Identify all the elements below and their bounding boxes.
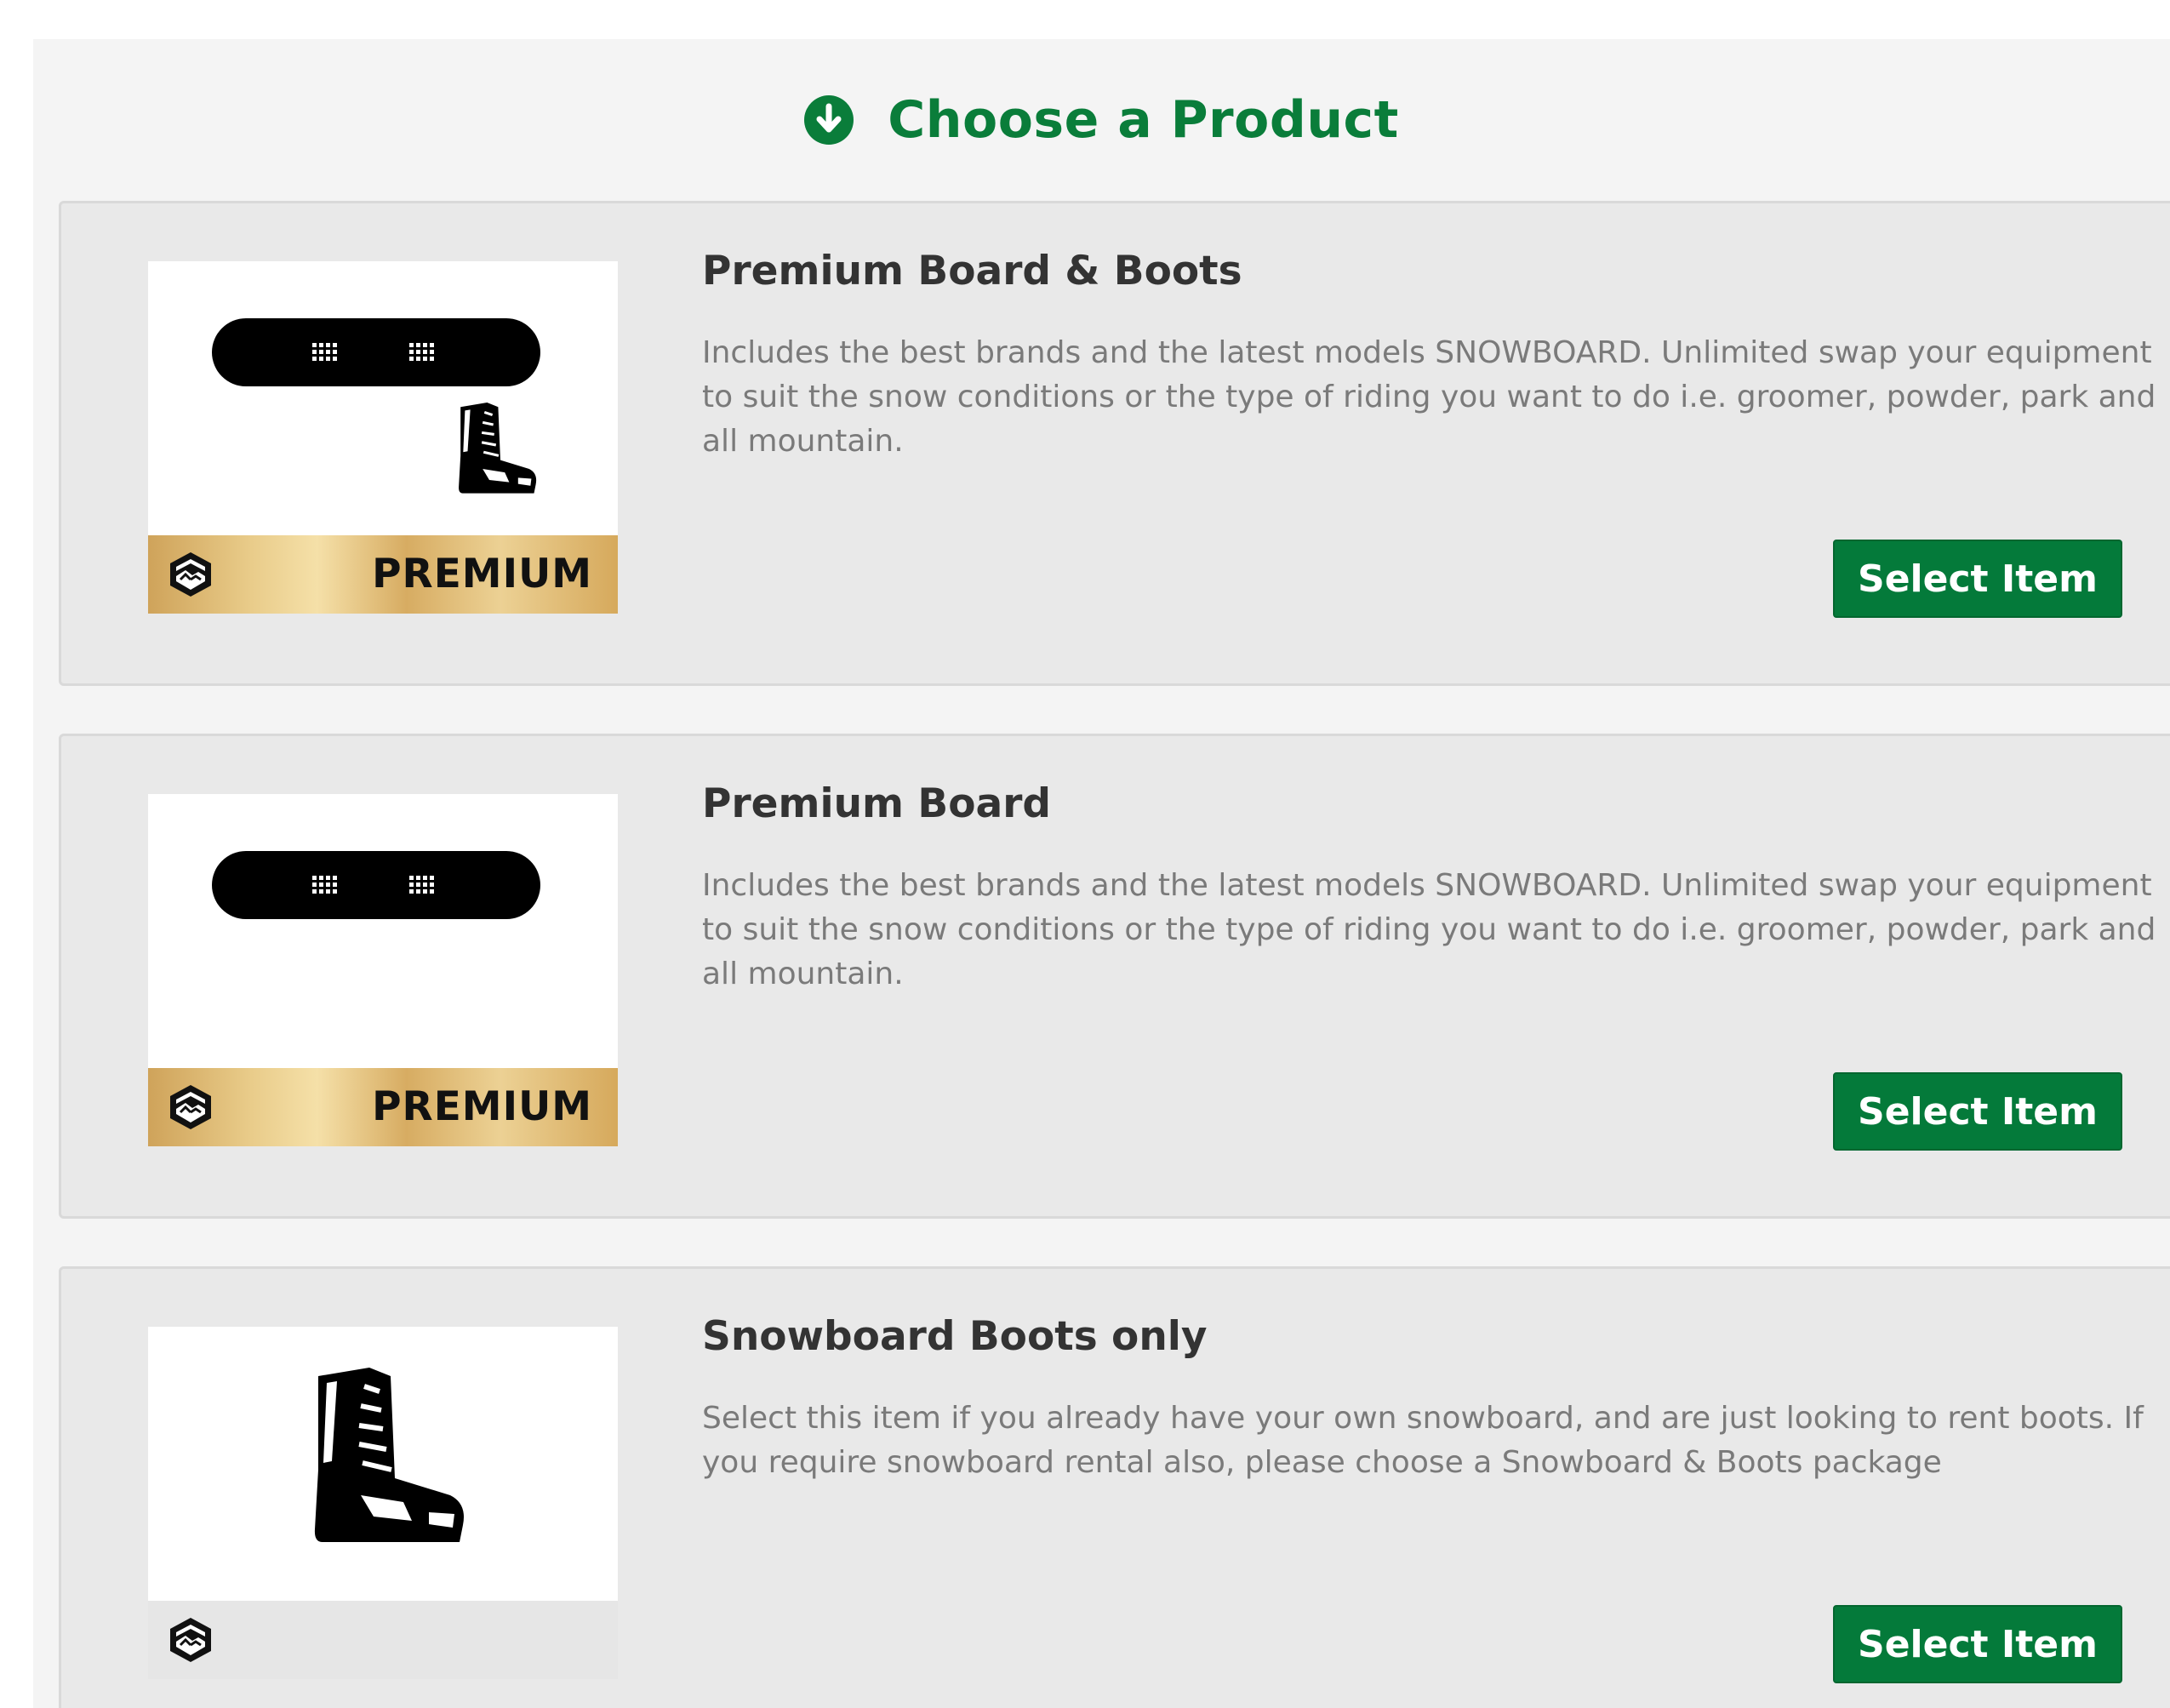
boot-icon: [314, 1368, 464, 1542]
brand-logo-icon: [170, 1085, 211, 1129]
product-card-premium-board: PREMIUM Premium Board Includes the best …: [59, 734, 2170, 1219]
product-title: Snowboard Boots only: [702, 1313, 1208, 1360]
product-card-premium-board-boots: PREMIUM Premium Board & Boots Includes t…: [59, 201, 2170, 686]
select-item-button[interactable]: Select Item: [1833, 1605, 2122, 1683]
product-title: Premium Board & Boots: [702, 248, 1242, 294]
product-image: PREMIUM: [148, 794, 618, 1146]
premium-tier-bar: PREMIUM: [148, 535, 618, 614]
tier-label: PREMIUM: [372, 551, 592, 597]
snowboard-icon: [212, 851, 540, 919]
page-title: Choose a Product: [888, 90, 1399, 150]
arrow-down-circle-icon: [804, 95, 854, 145]
brand-logo-icon: [170, 1618, 211, 1662]
product-panel: Choose a Product PREMIUM Premium Board &…: [33, 39, 2170, 1708]
product-image: [148, 1327, 618, 1679]
product-image: PREMIUM: [148, 261, 618, 614]
brand-logo-icon: [170, 552, 211, 597]
product-description: Select this item if you already have you…: [702, 1401, 2144, 1480]
boot-icon: [459, 403, 537, 494]
product-card-snowboard-boots-only: Snowboard Boots only Select this item if…: [59, 1266, 2170, 1708]
tier-label: PREMIUM: [372, 1083, 592, 1130]
section-header: Choose a Product: [33, 39, 2170, 201]
standard-tier-bar: [148, 1601, 618, 1679]
snowboard-icon: [212, 318, 540, 386]
select-item-button[interactable]: Select Item: [1833, 1072, 2122, 1151]
product-description: Includes the best brands and the latest …: [702, 335, 2156, 459]
product-title: Premium Board: [702, 780, 1052, 827]
product-description: Includes the best brands and the latest …: [702, 868, 2156, 991]
select-item-button[interactable]: Select Item: [1833, 540, 2122, 618]
premium-tier-bar: PREMIUM: [148, 1068, 618, 1146]
